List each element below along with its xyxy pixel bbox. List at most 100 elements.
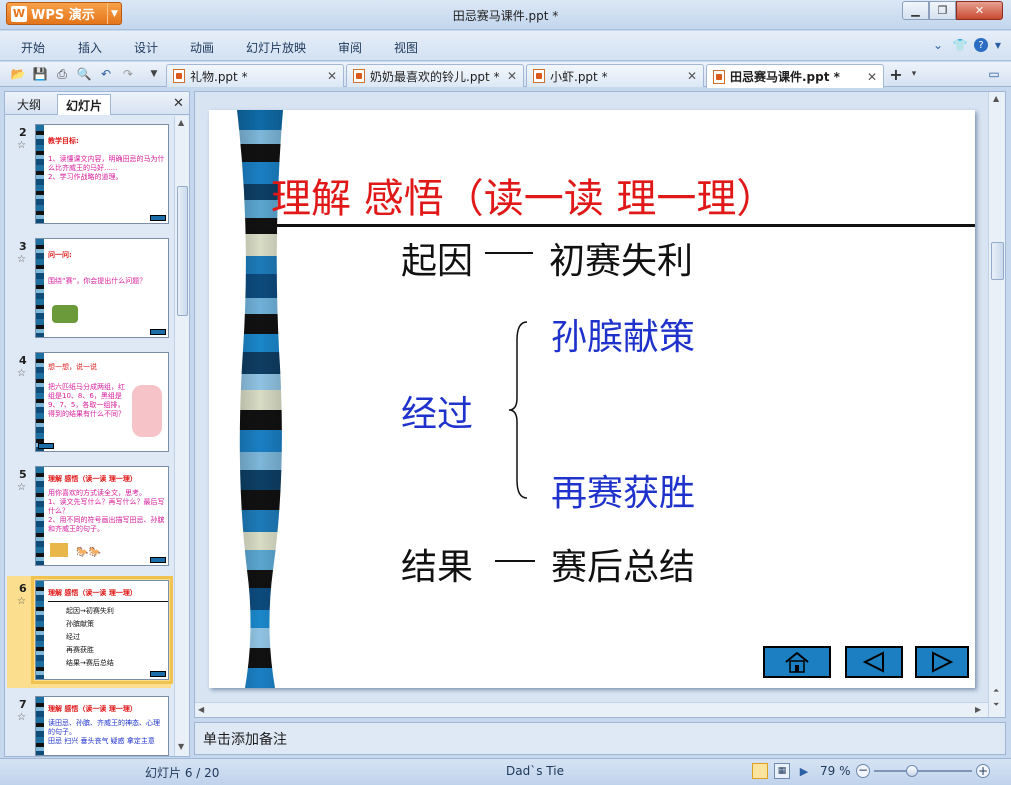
notes-pane[interactable]: 单击添加备注 (194, 722, 1006, 755)
slide-thumbnail-4[interactable]: 想一想，说一说 把六匹纸马分成两组，红组是10、8、6，黑组是9、7、5，各取一… (35, 352, 169, 452)
menu-design[interactable]: 设计 (134, 39, 158, 56)
window-title: 田忌赛马课件.ppt * (452, 9, 559, 23)
close-pane-icon[interactable]: ✕ (173, 96, 184, 111)
slide-scrollbar[interactable]: ▲ ⏶ ⏷ (988, 92, 1005, 717)
thumb-decoration (36, 125, 44, 223)
help-dropdown-icon[interactable]: ▼ (990, 37, 1006, 53)
previous-slide-button[interactable] (845, 646, 903, 678)
tab-document-3[interactable]: 小虾.ppt * ✕ (526, 64, 704, 87)
tab-slides[interactable]: 幻灯片 (57, 94, 112, 115)
close-tab-icon[interactable]: ✕ (687, 69, 697, 83)
menu-review[interactable]: 审阅 (338, 39, 362, 56)
tab-document-1[interactable]: 礼物.ppt * ✕ (166, 64, 344, 87)
redo-icon[interactable]: ↷ (120, 66, 136, 82)
ppt-file-icon (173, 69, 185, 83)
scroll-down-page-icon[interactable]: ⏷ (993, 700, 999, 710)
slide-thumbnail-2[interactable]: 教学目标: 1、读懂课文内容，明确田忌的马为什么比齐威王的马好...... 2、… (35, 124, 169, 224)
scroll-right-icon[interactable]: ▶ (975, 705, 981, 714)
chevron-down-icon[interactable]: ⌄ (930, 37, 946, 53)
zoom-level: 79 % (820, 764, 851, 778)
zoom-in-icon[interactable]: + (976, 764, 990, 778)
zoom-out-icon[interactable]: − (856, 764, 870, 778)
menu-animation[interactable]: 动画 (190, 39, 214, 56)
tab-document-4[interactable]: 田忌赛马课件.ppt * ✕ (706, 64, 884, 88)
arrow-line (495, 560, 535, 562)
scroll-thumb[interactable] (991, 242, 1004, 280)
thumb-nav-icon (38, 443, 54, 449)
thumb-number: 6 (19, 582, 27, 595)
close-tab-icon[interactable]: ✕ (507, 69, 517, 83)
process-label: 经过 (401, 394, 474, 435)
ppt-file-icon (353, 69, 365, 83)
scroll-thumb[interactable] (177, 186, 188, 316)
menu-home[interactable]: 开始 (21, 39, 45, 56)
star-icon: ☆ (17, 140, 26, 151)
thumb-body: 1、读懂课文内容，明确田忌的马为什么比齐威王的马好...... 2、学习作战略的… (48, 155, 165, 181)
close-tab-icon[interactable]: ✕ (327, 69, 337, 83)
thumb-title: 理解 感悟（读一读 理一理） (48, 475, 137, 483)
slideshow-icon[interactable]: ▶ (796, 763, 812, 779)
menu-insert[interactable]: 插入 (78, 39, 102, 56)
process-item-1: 孙膑献策 (551, 317, 696, 358)
slide-sorter-icon[interactable]: ▦ (774, 763, 790, 779)
thumb-decoration (36, 697, 44, 755)
thumb-body: 读田忌、孙膑、齐威王的神态、心理的句子。 田忌 扫兴 垂头丧气 疑惑 拿定主意 (48, 719, 160, 745)
scroll-up-icon[interactable]: ▲ (178, 118, 184, 127)
close-tab-icon[interactable]: ✕ (867, 70, 877, 84)
open-icon[interactable]: 📂 (10, 66, 26, 82)
thumb-number: 7 (19, 698, 27, 711)
thumb-nav-icon (150, 557, 166, 563)
slide-thumbnail-3[interactable]: 问一问: 围绕“赛”，你会提出什么问题？ (35, 238, 169, 338)
ppt-file-icon (713, 69, 725, 84)
print-preview-icon[interactable]: 🔍 (76, 66, 92, 82)
thumbnail-scrollbar[interactable]: ▲ ▼ (174, 116, 189, 756)
ppt-file-icon (533, 69, 545, 83)
scroll-left-icon[interactable]: ◀ (198, 705, 204, 714)
slide-editor: 理解 感悟（读一读 理一理） 起因 初赛失利 孙膑献策 经过 再赛获胜 结果 赛… (194, 91, 1006, 718)
status-bar: 幻灯片 6 / 20 Dad`s Tie ▦ ▶ 79 % − + (0, 758, 1011, 785)
slide-canvas[interactable]: 理解 感悟（读一读 理一理） 起因 初赛失利 孙膑献策 经过 再赛获胜 结果 赛… (209, 110, 975, 688)
print-icon[interactable]: ⎙ (54, 66, 70, 82)
scroll-up-page-icon[interactable]: ⏶ (993, 686, 999, 696)
save-icon[interactable]: 💾 (32, 66, 48, 82)
thumb-title: 问一问: (48, 251, 72, 259)
next-slide-button[interactable] (915, 646, 969, 678)
tab-document-2[interactable]: 奶奶最喜欢的铃儿.ppt * ✕ (346, 64, 524, 87)
help-icon[interactable]: ? (974, 38, 988, 52)
zoom-slider-track[interactable] (874, 770, 972, 772)
thumb-number: 4 (19, 354, 27, 367)
customize-dropdown-icon[interactable]: ▼ (146, 66, 162, 82)
thumb-number: 3 (19, 240, 27, 253)
home-button[interactable] (763, 646, 831, 678)
new-tab-icon[interactable]: + (888, 65, 904, 84)
slide-counter: 幻灯片 6 / 20 (145, 766, 220, 780)
slide-thumbnail-7[interactable]: 理解 感悟（读一读 理一理） 读田忌、孙膑、齐威王的神态、心理的句子。 田忌 扫… (35, 696, 169, 756)
scroll-up-icon[interactable]: ▲ (993, 94, 999, 103)
tab-outline[interactable]: 大纲 (9, 94, 49, 115)
close-icon: ✕ (974, 4, 985, 17)
next-icon (932, 651, 954, 673)
thumb-decoration (36, 239, 44, 337)
tab-list-dropdown-icon[interactable]: ▾ (906, 66, 922, 82)
theme-name: Dad`s Tie (506, 764, 564, 778)
thumb-number: 5 (19, 468, 27, 481)
curly-brace (508, 321, 528, 499)
normal-view-icon[interactable] (752, 763, 768, 779)
pane-tabs: 大纲 幻灯片 ✕ (5, 92, 189, 115)
slide-thumbnail-6[interactable]: 理解 感悟（读一读 理一理） 起因→初赛失利 孙膑献策 经过 再赛获胜 结果→赛… (31, 576, 173, 684)
minimize-button[interactable]: ▁ (902, 1, 929, 20)
maximize-button[interactable]: ❐ (929, 1, 956, 20)
shirt-icon[interactable]: 👕 (952, 37, 968, 53)
slide-thumbnail-5[interactable]: 理解 感悟（读一读 理一理） 用你喜欢的方式读全文，思考。 1、读文先写什么？再… (35, 466, 169, 566)
process-item-2: 再赛获胜 (551, 473, 696, 514)
restore-window-icon[interactable]: ▭ (986, 66, 1002, 82)
scroll-down-icon[interactable]: ▼ (178, 742, 184, 751)
thumb-body: 用你喜欢的方式读全文，思考。 1、读文先写什么？再写什么？最后写什么？ 2、用不… (48, 489, 165, 533)
close-window-button[interactable]: ✕ (956, 1, 1003, 20)
undo-icon[interactable]: ↶ (98, 66, 114, 82)
zoom-slider-thumb[interactable] (906, 765, 918, 777)
menu-view[interactable]: 视图 (394, 39, 418, 56)
horizontal-scrollbar[interactable]: ◀ ▶ (195, 702, 988, 717)
tab-label: 小虾.ppt * (550, 69, 608, 84)
menu-slideshow[interactable]: 幻灯片放映 (246, 39, 306, 56)
